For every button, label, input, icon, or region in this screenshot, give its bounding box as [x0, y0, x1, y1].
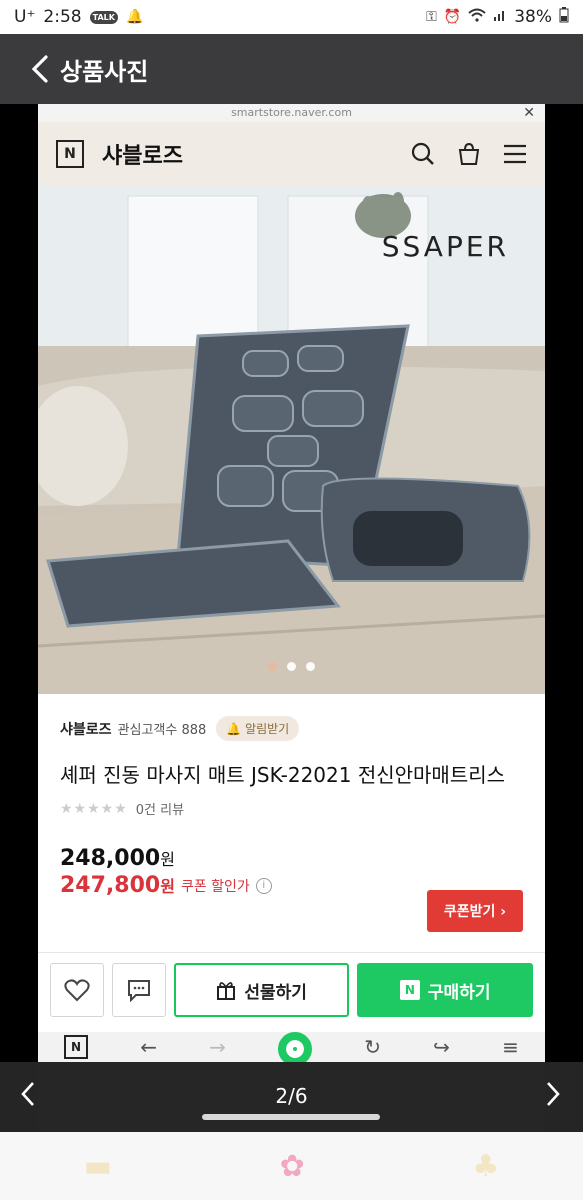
price-value: 248,000	[60, 846, 161, 871]
back-button[interactable]	[20, 34, 60, 104]
action-bar: 선물하기 N 구매하기	[38, 952, 545, 1032]
gift-label: 선물하기	[244, 982, 307, 1003]
store-name: 샤블로즈	[102, 144, 183, 169]
browser-toolbar: N ← → ↻ ↪ ≡	[38, 1032, 545, 1062]
browser-back-icon[interactable]: ←	[140, 1035, 157, 1059]
next-photo-button[interactable]	[545, 1080, 561, 1115]
notification-bell-icon: 🔔	[125, 9, 144, 25]
alarm-button[interactable]: 🔔 알림받기	[216, 716, 300, 741]
carousel-dots	[38, 662, 545, 671]
original-price: 248,000원	[60, 846, 523, 871]
close-icon: ✕	[523, 105, 535, 121]
browser-menu-icon[interactable]: ≡	[502, 1035, 519, 1059]
store-header: N 샤블로즈	[38, 122, 545, 186]
page-indicator: 2/6	[275, 1084, 308, 1108]
naver-logo: N	[56, 140, 84, 168]
brand-logo: SSAPER	[381, 230, 509, 263]
clock: 2:58	[43, 7, 82, 27]
url-bar: smartstore.naver.com ✕	[38, 104, 545, 122]
browser-forward-icon[interactable]: →	[209, 1035, 226, 1059]
sale-label: 쿠폰 할인가	[180, 878, 250, 895]
follower-count: 관심고객수 888	[117, 723, 207, 738]
product-title: 셰퍼 진동 마사지 매트 JSK-22021 전신안마매트리스	[60, 763, 506, 787]
rating-stars: ★★★★★	[60, 800, 128, 817]
left-margin	[0, 104, 38, 1132]
bell-icon: 🔔	[226, 722, 242, 736]
key-icon: ⚿	[426, 9, 437, 25]
wifi-icon	[468, 8, 486, 26]
hero-image: SSAPER	[38, 186, 545, 694]
product-info: 샤블로즈 관심고객수 888 🔔 알림받기 셰퍼 진동 마사지 매트 JSK-2…	[38, 694, 545, 898]
talk-button[interactable]	[111, 963, 166, 1017]
carousel-dot[interactable]	[306, 662, 315, 671]
naver-home-icon[interactable]: N	[64, 1035, 89, 1059]
alarm-icon: ⏰	[443, 9, 462, 25]
gift-button[interactable]: 선물하기	[173, 963, 350, 1017]
profile-tab-icon[interactable]: ♣	[472, 1149, 499, 1184]
viewer-title: 상품사진	[60, 57, 149, 86]
screen: U⁺ 2:58 TALK 🔔 ⚿ ⏰ 38% 상품사진 smartstore.n…	[0, 0, 583, 1200]
carousel-dot[interactable]	[268, 662, 277, 671]
alarm-label: 알림받기	[245, 722, 290, 736]
back-icon	[31, 55, 48, 83]
carrier-label: U⁺	[14, 7, 36, 27]
viewer-header: 상품사진	[0, 34, 583, 104]
buy-button[interactable]: N 구매하기	[357, 963, 534, 1017]
flower-icon[interactable]: ✿	[280, 1149, 305, 1184]
chevron-right-icon	[547, 1082, 560, 1106]
buy-label: 구매하기	[427, 982, 491, 1003]
signal-icon	[493, 8, 507, 26]
naver-pay-icon: N	[399, 980, 420, 1000]
home-indicator[interactable]	[202, 1114, 380, 1120]
seller-name[interactable]: 샤블로즈	[60, 719, 112, 739]
share-icon[interactable]: ↪	[433, 1035, 450, 1059]
gift-icon	[217, 982, 236, 1000]
refresh-icon[interactable]: ↻	[364, 1035, 381, 1059]
chat-icon	[127, 980, 150, 1002]
right-margin	[545, 104, 583, 1132]
menu-tab-icon[interactable]: ▬	[84, 1149, 112, 1184]
heart-icon	[64, 979, 90, 1002]
search-icon	[411, 142, 434, 165]
product-photo[interactable]: smartstore.naver.com ✕ N 샤블로즈 SSAPER 샤블로…	[38, 104, 545, 1062]
info-icon[interactable]: i	[255, 877, 272, 894]
status-bar: U⁺ 2:58 TALK 🔔 ⚿ ⏰ 38%	[0, 0, 583, 34]
app-bottom-nav: ▬ ✿ ♣	[0, 1132, 583, 1200]
carousel-dot[interactable]	[287, 662, 296, 671]
sale-price-value: 247,800	[60, 873, 161, 898]
battery-icon	[559, 7, 569, 27]
review-count[interactable]: 0건 리뷰	[136, 799, 184, 818]
menu-icon	[504, 144, 526, 164]
battery-level: 38%	[514, 7, 552, 27]
price-unit: 원	[160, 850, 175, 869]
url-text: smartstore.naver.com	[231, 106, 352, 119]
coupon-button[interactable]: 쿠폰받기 ›	[427, 890, 523, 932]
wishlist-button[interactable]	[50, 963, 104, 1017]
kakaotalk-icon: TALK	[89, 10, 118, 24]
sale-price: 247,800원	[60, 873, 175, 898]
sale-price-unit: 원	[160, 877, 175, 896]
cart-icon	[458, 142, 480, 165]
green-dot-icon[interactable]	[278, 1032, 313, 1062]
